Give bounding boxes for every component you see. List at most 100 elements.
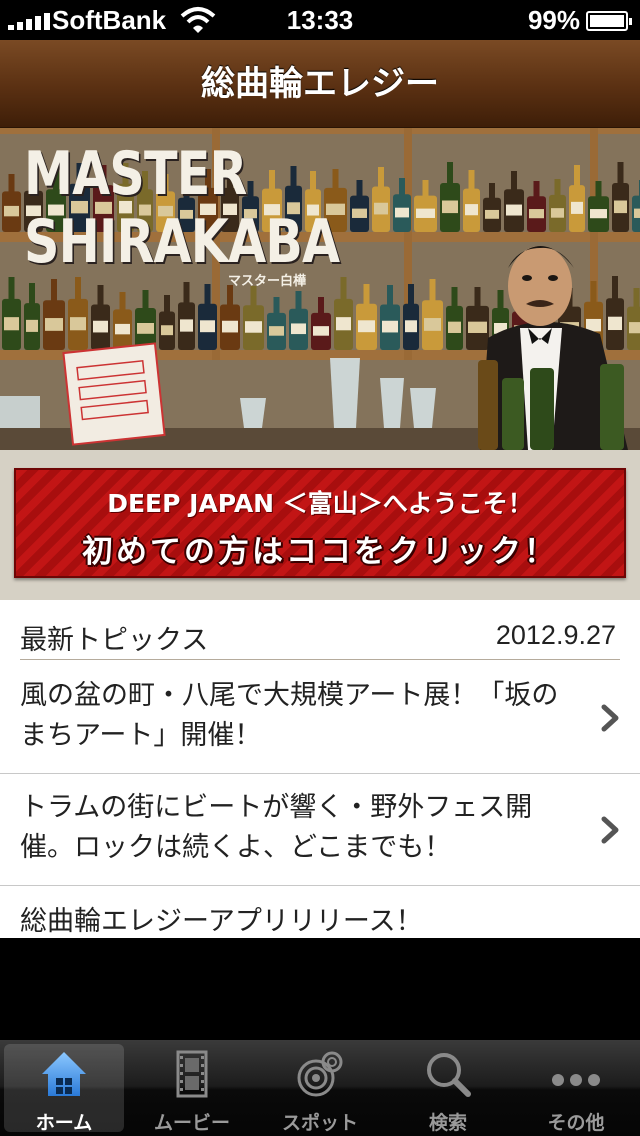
bottle-label (137, 323, 154, 334)
hero-banner[interactable]: MASTER SHIRAKABA マスター白樺 (0, 128, 640, 450)
bottle-label (529, 209, 544, 219)
tab-spot-label: スポット (281, 1112, 358, 1134)
topic-title-line: 風の盆の町・八尾で大規模アート展！「坂の (20, 680, 559, 711)
tab-spot[interactable]: スポット (260, 1044, 380, 1134)
tab-more-label: その他 (547, 1112, 605, 1134)
bottle-neck (142, 290, 149, 310)
bottle-neck (204, 284, 211, 306)
bottle-neck (97, 285, 104, 306)
hero-title: MASTER SHIRAKABA (24, 139, 340, 277)
bottle-label (115, 323, 130, 335)
tab-movie[interactable]: ムービー (132, 1044, 252, 1134)
topic-title-line: 催。ロックは続くよ、どこまでも！ (20, 832, 452, 863)
topics-date: 2012.9.27 (495, 620, 616, 650)
bottle-neck (8, 277, 15, 301)
bottle-label (180, 319, 193, 332)
bottle-neck (29, 283, 35, 305)
bottle-neck (451, 287, 458, 308)
bottle-label (448, 321, 461, 333)
topics-header: 最新トピックス 2012.9.27 (20, 618, 620, 660)
tab-search-label: 検索 (428, 1112, 467, 1134)
bottle-label (200, 320, 215, 333)
topic-title-line: 総曲輪エレジーアプリリリース！ (20, 906, 423, 937)
bottle-label (4, 317, 19, 331)
bottle-neck (8, 174, 15, 193)
bottle-label (634, 208, 640, 218)
bottle-label (442, 200, 458, 214)
bottle-label (4, 205, 19, 217)
bottle-label (405, 320, 417, 333)
bottle-label (465, 204, 478, 216)
topic-row[interactable]: 総曲輪エレジーアプリリリース！ (0, 886, 640, 938)
welcome-banner-button[interactable]: DEEP JAPAN ＜富山＞へようこそ！ 初めての方はココをクリック！ (14, 468, 626, 578)
bottle-neck (595, 181, 602, 198)
tab-home-label: ホーム (35, 1112, 93, 1134)
bottle-neck (429, 279, 436, 302)
bottle-neck (363, 284, 370, 306)
bottle-neck (612, 276, 618, 300)
bottle-neck (617, 162, 624, 185)
film-icon (176, 1050, 208, 1098)
home-icon (42, 1052, 86, 1096)
bottle-label (93, 320, 108, 333)
bottle-neck (356, 180, 363, 197)
search-icon (427, 1053, 471, 1097)
tab-movie-label: ムービー (153, 1112, 230, 1134)
bottle-label (358, 320, 375, 333)
bottle-label (551, 208, 564, 218)
topic-row[interactable]: 風の盆の町・八尾で大規模アート展！「坂の まちアート」開催！ (0, 662, 640, 774)
tab-more[interactable]: その他 (516, 1044, 636, 1134)
welcome-area: DEEP JAPAN ＜富山＞へようこそ！ 初めての方はココをクリック！ (0, 450, 640, 600)
bottle-neck (164, 295, 170, 313)
bottle-neck (119, 292, 126, 311)
tab-bar: ホーム ムービー スポット 検索 その他 (0, 1040, 640, 1136)
bottle-neck (273, 297, 280, 314)
bottle-neck (633, 288, 640, 308)
bottle-neck (399, 178, 405, 196)
bottle-label (395, 207, 409, 218)
more-icon (552, 1074, 600, 1086)
bottle-neck (378, 167, 384, 188)
bottle-label (45, 318, 63, 331)
bottle-neck (511, 171, 517, 191)
bottle-neck (340, 277, 347, 301)
battery-icon (586, 11, 632, 31)
bottle-neck (51, 279, 57, 302)
chevron-right-icon (601, 816, 619, 844)
page-title: 総曲輪エレジー (201, 64, 439, 104)
bottle-label (245, 321, 262, 333)
navigation-bar: 総曲輪エレジー (0, 40, 640, 128)
status-bar: SoftBank 13:33 99% (0, 0, 640, 40)
bottle-label (336, 317, 351, 331)
bottle-neck (408, 284, 414, 306)
bottle-label (629, 322, 640, 334)
bottle-label (485, 209, 499, 219)
bottle-neck (387, 285, 393, 306)
bottle-neck (75, 277, 81, 301)
bottle-label (352, 208, 367, 218)
hero-title-line2: SHIRAKABA (24, 207, 340, 277)
bottle-neck (295, 291, 302, 310)
topic-row[interactable]: トラムの街にビートが響く・野外フェス開 催。ロックは続くよ、どこまでも！ (0, 774, 640, 886)
spot-icon (297, 1051, 343, 1097)
bottle-neck (250, 286, 257, 307)
hero-title-line1: MASTER (24, 139, 247, 209)
bottle-label (416, 208, 435, 218)
bottle-neck (533, 181, 540, 198)
bottle-label (291, 323, 306, 335)
tab-search[interactable]: 検索 (388, 1044, 508, 1134)
bottle-neck (468, 170, 475, 190)
topic-title: トラムの街にビートが響く・野外フェス開 催。ロックは続くよ、どこまでも！ (20, 788, 590, 868)
tab-home[interactable]: ホーム (4, 1044, 124, 1134)
bottle-label (374, 202, 388, 215)
bottle-neck (474, 287, 481, 308)
topic-title: 風の盆の町・八尾で大規模アート展！「坂の まちアート」開催！ (20, 676, 590, 756)
bottle-neck (447, 162, 453, 185)
battery-percentage: 99% (527, 5, 580, 35)
bottle-neck (497, 290, 504, 310)
chevron-right-icon (601, 704, 619, 732)
bottle-neck (574, 165, 580, 187)
bottle-label (571, 201, 583, 214)
topic-title-line: トラムの街にビートが響く・野外フェス開 (20, 792, 533, 823)
bottle-label (608, 316, 622, 331)
